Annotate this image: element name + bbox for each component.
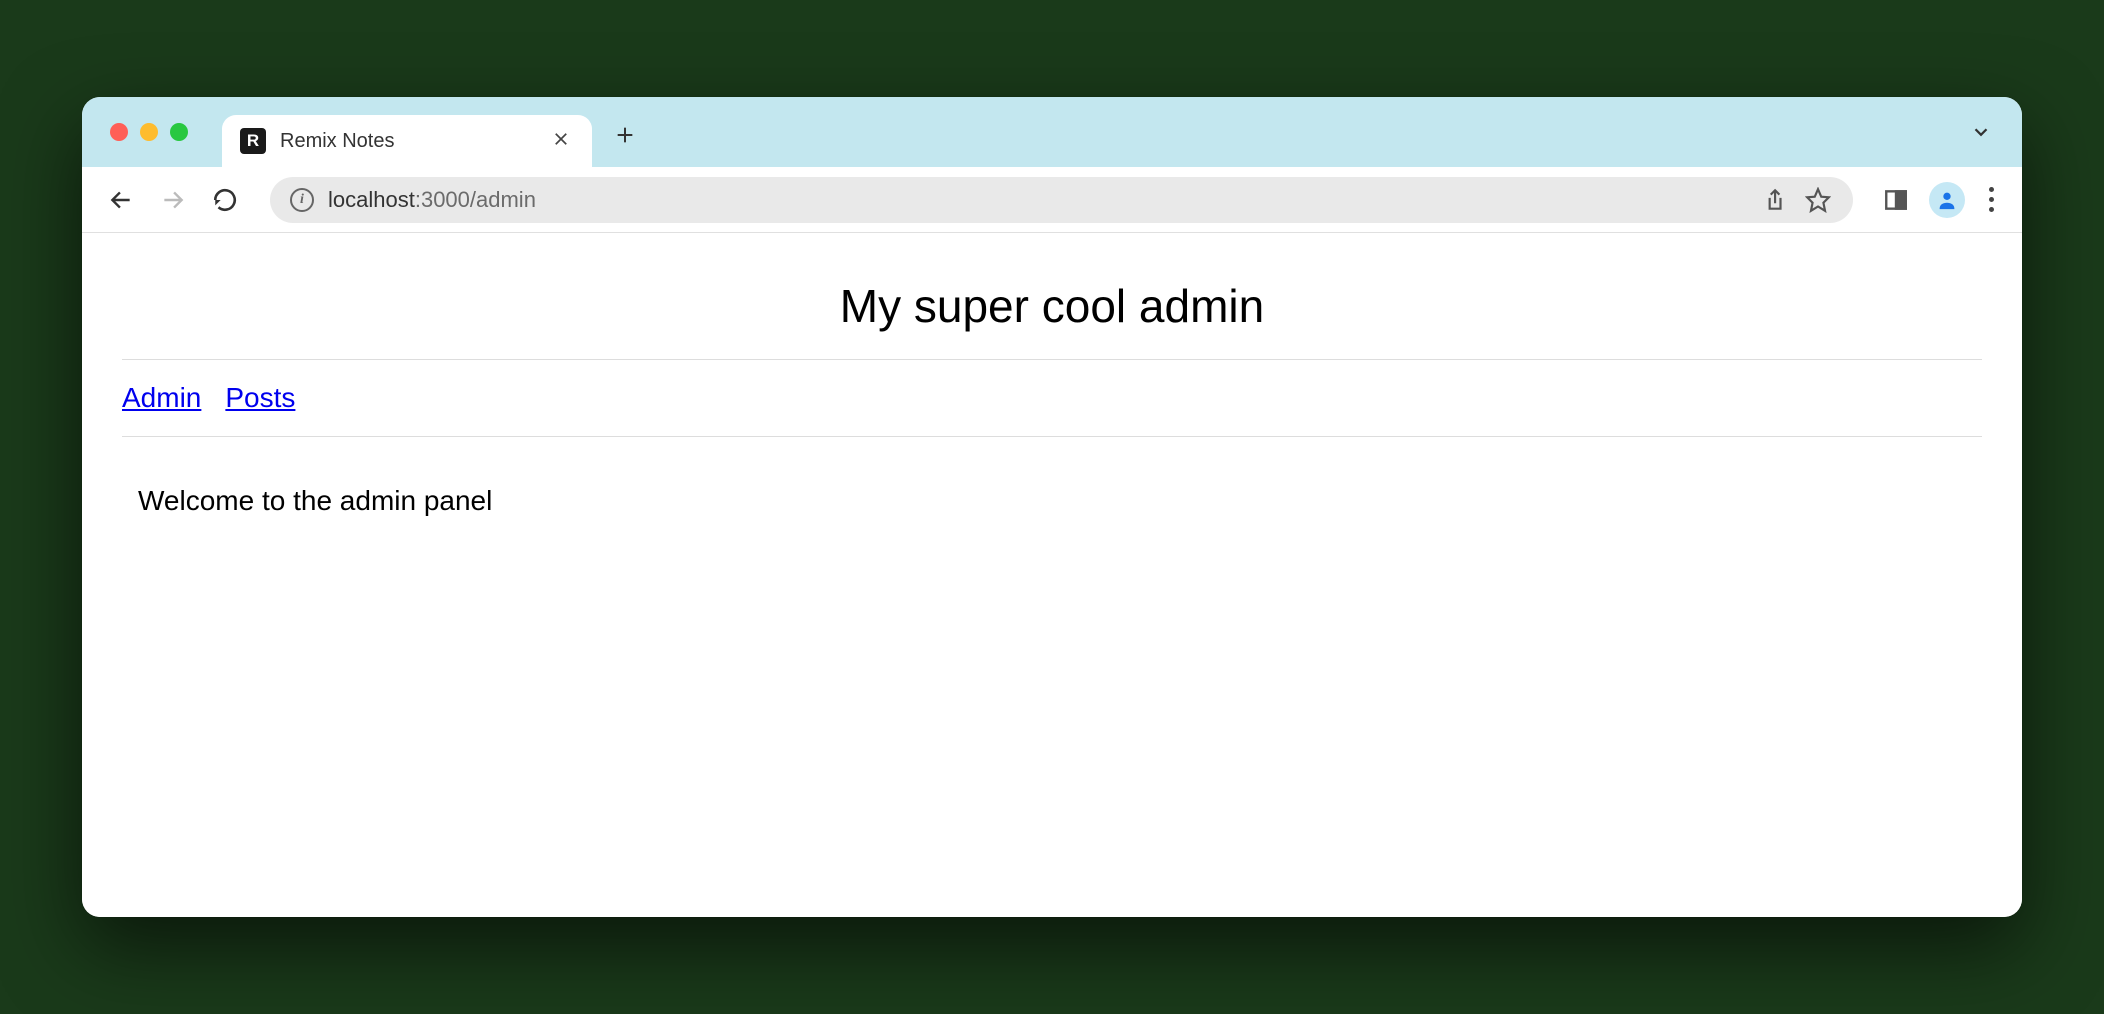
tab-title: Remix Notes (280, 130, 534, 153)
profile-avatar-icon[interactable] (1929, 182, 1965, 218)
tab-bar: R Remix Notes (82, 97, 2022, 167)
panel-icon[interactable] (1881, 185, 1911, 215)
remix-favicon-icon: R (240, 128, 266, 154)
page-content: My super cool admin Admin Posts Welcome … (82, 233, 2022, 917)
nav-link-posts[interactable]: Posts (225, 382, 295, 414)
browser-toolbar: i localhost:3000/admin (82, 167, 2022, 233)
tabs-dropdown-button[interactable] (1970, 121, 1992, 150)
browser-window: R Remix Notes i localhost:3000/admin (82, 97, 2022, 917)
forward-button[interactable] (156, 183, 190, 217)
window-maximize-button[interactable] (170, 123, 188, 141)
welcome-text: Welcome to the admin panel (122, 437, 1982, 565)
site-info-icon[interactable]: i (290, 188, 314, 212)
bookmark-star-icon[interactable] (1803, 185, 1833, 215)
share-icon[interactable] (1759, 185, 1789, 215)
address-bar[interactable]: i localhost:3000/admin (270, 177, 1853, 223)
page-heading: My super cool admin (122, 263, 1982, 360)
window-close-button[interactable] (110, 123, 128, 141)
url-path: :3000/admin (415, 187, 536, 212)
nav-link-admin[interactable]: Admin (122, 382, 201, 414)
new-tab-button[interactable] (614, 121, 636, 153)
window-minimize-button[interactable] (140, 123, 158, 141)
browser-menu-button[interactable] (1983, 181, 2000, 218)
reload-button[interactable] (208, 183, 242, 217)
window-controls (110, 123, 188, 141)
url-text: localhost:3000/admin (328, 187, 1745, 213)
tab-close-button[interactable] (548, 124, 574, 158)
back-button[interactable] (104, 183, 138, 217)
url-host: localhost (328, 187, 415, 212)
admin-nav: Admin Posts (122, 360, 1982, 437)
browser-tab[interactable]: R Remix Notes (222, 115, 592, 167)
